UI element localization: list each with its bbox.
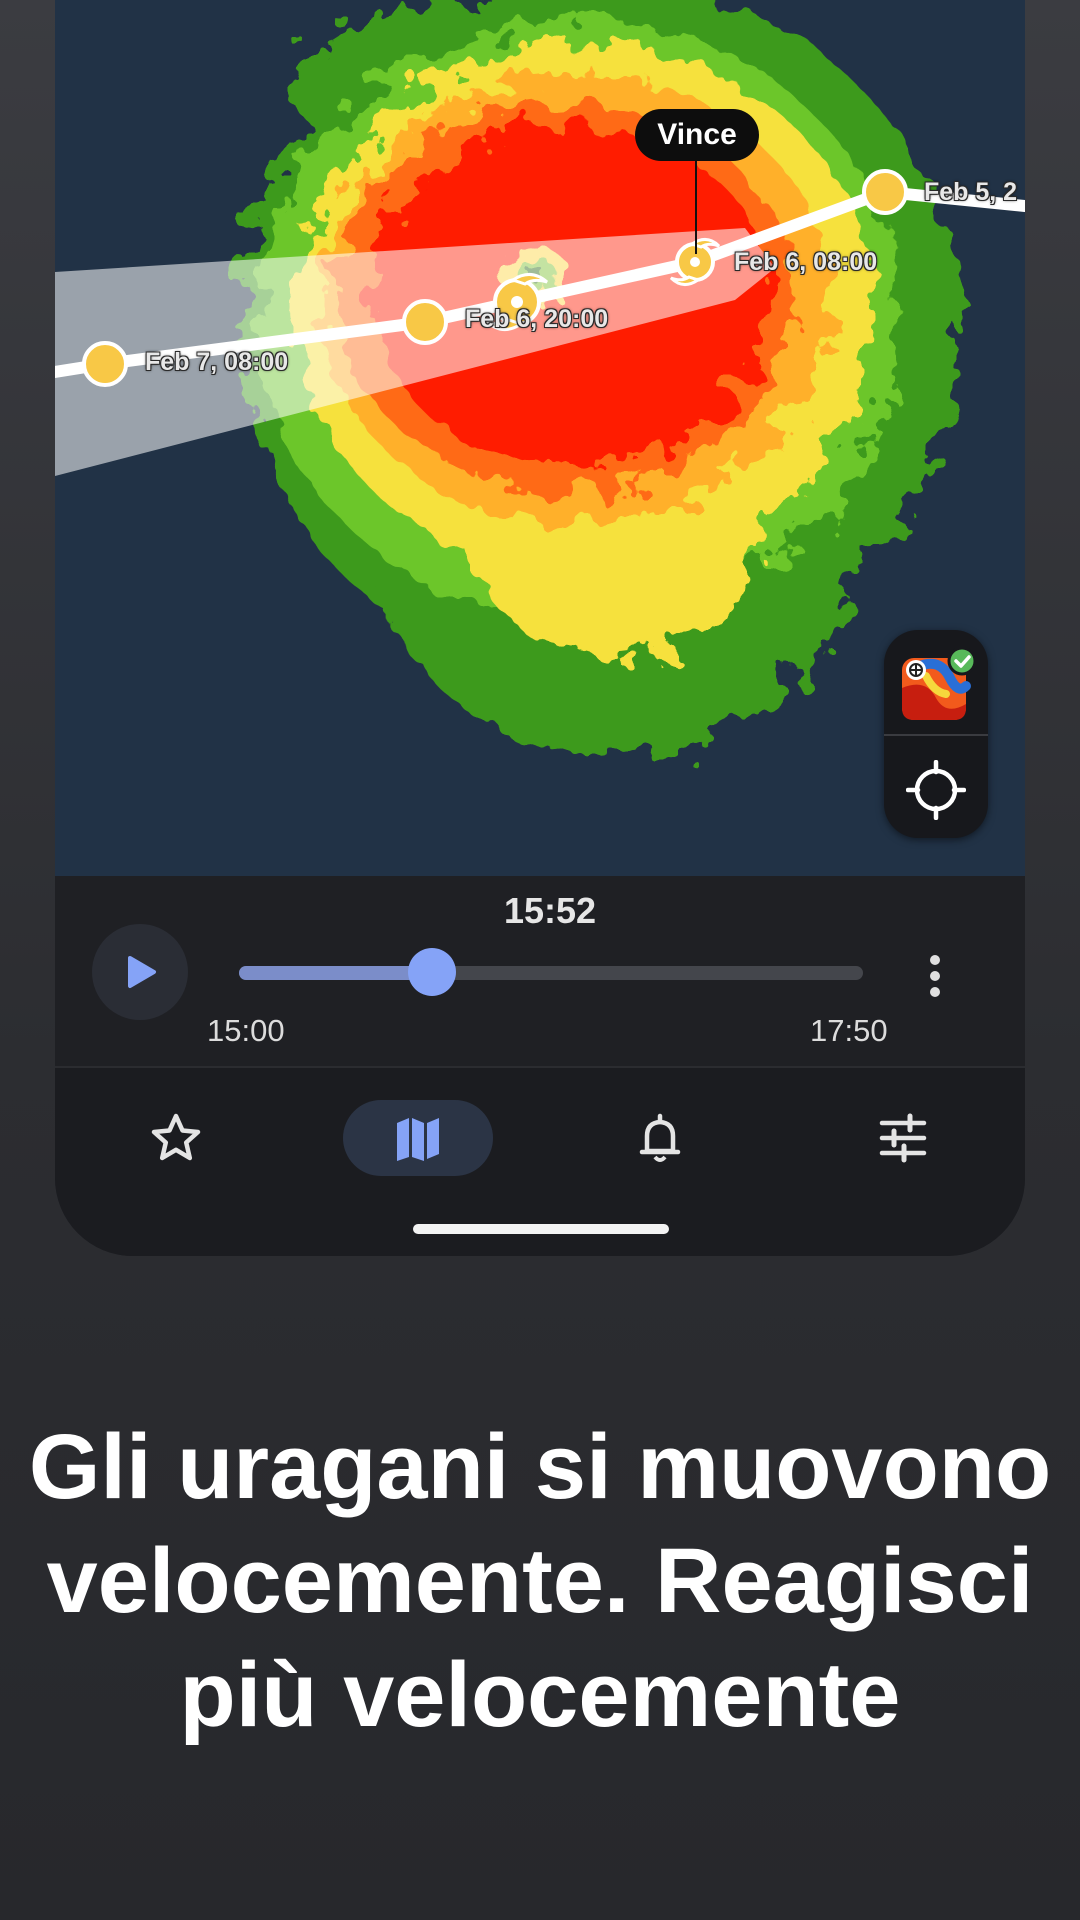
storm-name-badge[interactable]: Vince xyxy=(635,109,759,161)
radar-layer-icon xyxy=(902,648,976,720)
more-options-button[interactable] xyxy=(925,952,945,1000)
radar-layer xyxy=(55,0,1025,760)
track-point-1[interactable] xyxy=(82,341,128,387)
nav-map[interactable] xyxy=(343,1100,493,1176)
phone-frame: Feb 7, 08:00 Feb 6, 20:00 Feb 6, 08:00 F… xyxy=(55,0,1025,1256)
map-controls xyxy=(884,630,988,838)
locate-button[interactable] xyxy=(906,760,966,820)
crosshair-icon xyxy=(906,760,966,820)
storm-name-pin xyxy=(695,160,697,254)
bottom-navigation xyxy=(55,1066,1025,1256)
home-indicator[interactable] xyxy=(413,1224,669,1234)
more-vertical-icon xyxy=(930,955,940,997)
sliders-icon xyxy=(879,1113,927,1163)
track-point-2[interactable] xyxy=(402,299,448,345)
map-layers-button[interactable] xyxy=(896,648,976,728)
nav-favorites[interactable] xyxy=(101,1100,251,1176)
track-label-feb6-08: Feb 6, 08:00 xyxy=(734,248,878,276)
timeline-start-time: 15:00 xyxy=(207,1013,285,1048)
time-slider-thumb[interactable] xyxy=(408,948,457,996)
timeline-panel: 15:52 15:00 17:50 xyxy=(55,876,1025,1066)
nav-settings[interactable] xyxy=(828,1100,978,1176)
track-point-4[interactable] xyxy=(862,169,908,215)
track-label-feb6-20: Feb 6, 20:00 xyxy=(465,305,609,333)
bell-icon xyxy=(639,1113,681,1162)
map-icon xyxy=(397,1118,439,1161)
nav-alerts[interactable] xyxy=(585,1100,735,1176)
timeline-end-time: 17:50 xyxy=(810,1013,888,1048)
star-icon xyxy=(151,1113,201,1161)
track-label-feb5: Feb 5, 2 xyxy=(924,178,1018,206)
time-slider[interactable] xyxy=(239,948,863,996)
current-time: 15:52 xyxy=(503,890,597,931)
time-slider-fill xyxy=(239,966,433,980)
play-icon xyxy=(128,956,156,988)
track-label-feb7: Feb 7, 08:00 xyxy=(145,348,289,376)
controls-divider xyxy=(884,734,988,736)
radar-map[interactable]: Feb 7, 08:00 Feb 6, 20:00 Feb 6, 08:00 F… xyxy=(55,0,1025,876)
play-button[interactable] xyxy=(92,924,188,1020)
promo-headline: Gli uragani si muovono velocemente. Reag… xyxy=(28,1416,1052,1746)
